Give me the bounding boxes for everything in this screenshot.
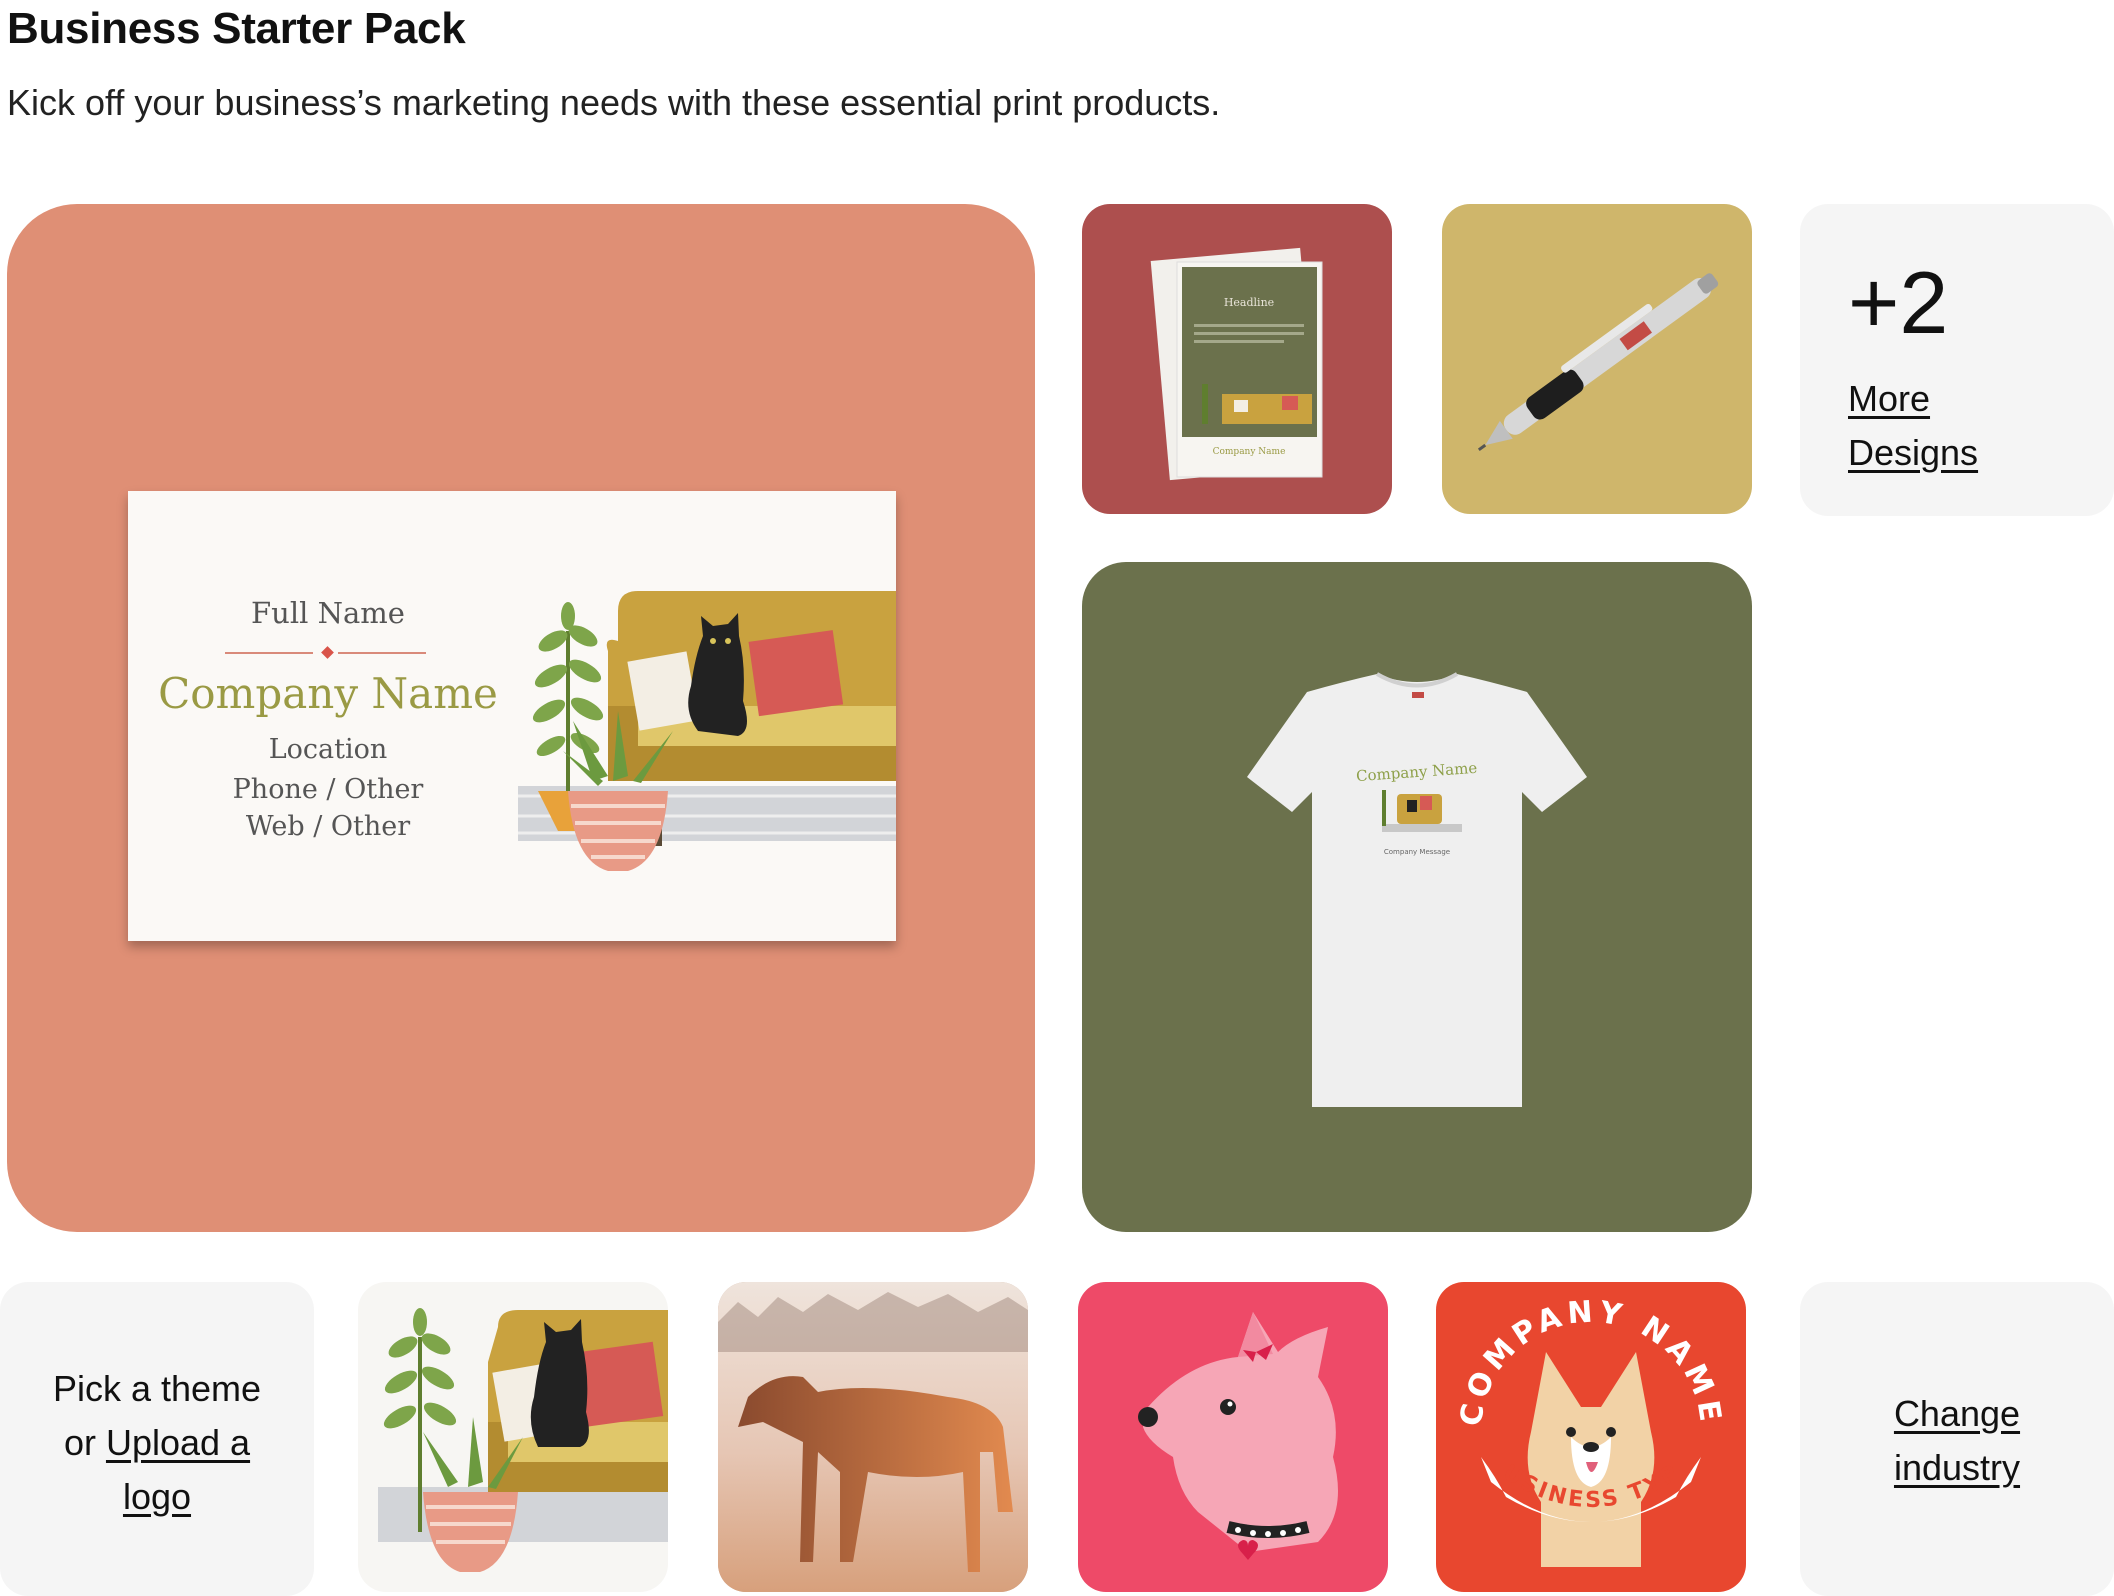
card-location: Location [268, 734, 388, 765]
more-designs-link[interactable]: More [1848, 372, 1978, 426]
pick-theme-label: Pick a theme [52, 1368, 262, 1409]
pen-product-icon [1477, 273, 1719, 452]
tshirt-product-tile[interactable]: Company Name Company Message [1082, 562, 1752, 1232]
more-designs-count: +2 [1848, 253, 1949, 352]
theme-option-corgi-badge[interactable]: COMPANY NAME BUSINESS TYPE [1436, 1282, 1746, 1592]
change-industry-link[interactable]: Change [1800, 1387, 2114, 1441]
more-designs-tile[interactable]: +2 More Designs [1800, 204, 2114, 516]
change-industry-tile[interactable]: Change industry [1800, 1282, 2114, 1596]
theme-option-horse[interactable] [718, 1282, 1028, 1592]
change-industry-link-2[interactable]: industry [1800, 1441, 2114, 1495]
flyer-headline: Headline [1224, 296, 1274, 309]
flyer-company: Company Name [1213, 447, 1286, 457]
page-title: Business Starter Pack [7, 4, 466, 53]
card-full-name: Full Name [251, 596, 405, 630]
tshirt-company-message: Company Message [1384, 848, 1450, 856]
business-card-product-tile[interactable]: Full Name Company Name Location Phone / … [7, 204, 1035, 1232]
card-divider-left [225, 652, 313, 654]
card-web: Web / Other [245, 811, 411, 842]
card-divider-right [338, 652, 426, 654]
card-phone: Phone / Other [232, 774, 424, 805]
cat-sofa-icon [378, 1308, 668, 1572]
corgi-badge-icon: COMPANY NAME BUSINESS TYPE [1436, 1282, 1723, 1567]
card-company-name: Company Name [158, 669, 498, 718]
horse-photo-icon [718, 1282, 1028, 1592]
more-designs-link-2[interactable]: Designs [1848, 426, 1978, 480]
pick-theme-tile: Pick a theme or Upload a logo [0, 1282, 314, 1596]
business-card-preview: Full Name Company Name Location Phone / … [128, 491, 896, 941]
card-divider-diamond [321, 646, 334, 659]
cat-sofa-illustration [518, 591, 896, 871]
upload-logo-link[interactable]: Upload a [106, 1422, 250, 1463]
page-subtitle: Kick off your business’s marketing needs… [7, 82, 1221, 123]
or-label: or [63, 1422, 106, 1463]
flyer-preview: Headline Company Name [1150, 247, 1323, 481]
theme-option-cat-sofa[interactable] [358, 1282, 668, 1592]
dog-icon [1138, 1312, 1338, 1560]
flyer-product-tile[interactable]: Headline Company Name [1082, 204, 1392, 514]
theme-option-dog[interactable] [1078, 1282, 1388, 1592]
pen-product-tile[interactable] [1442, 204, 1752, 514]
tshirt-product-icon: Company Name Company Message [1247, 672, 1587, 1107]
upload-logo-link-2[interactable]: logo [0, 1470, 314, 1524]
